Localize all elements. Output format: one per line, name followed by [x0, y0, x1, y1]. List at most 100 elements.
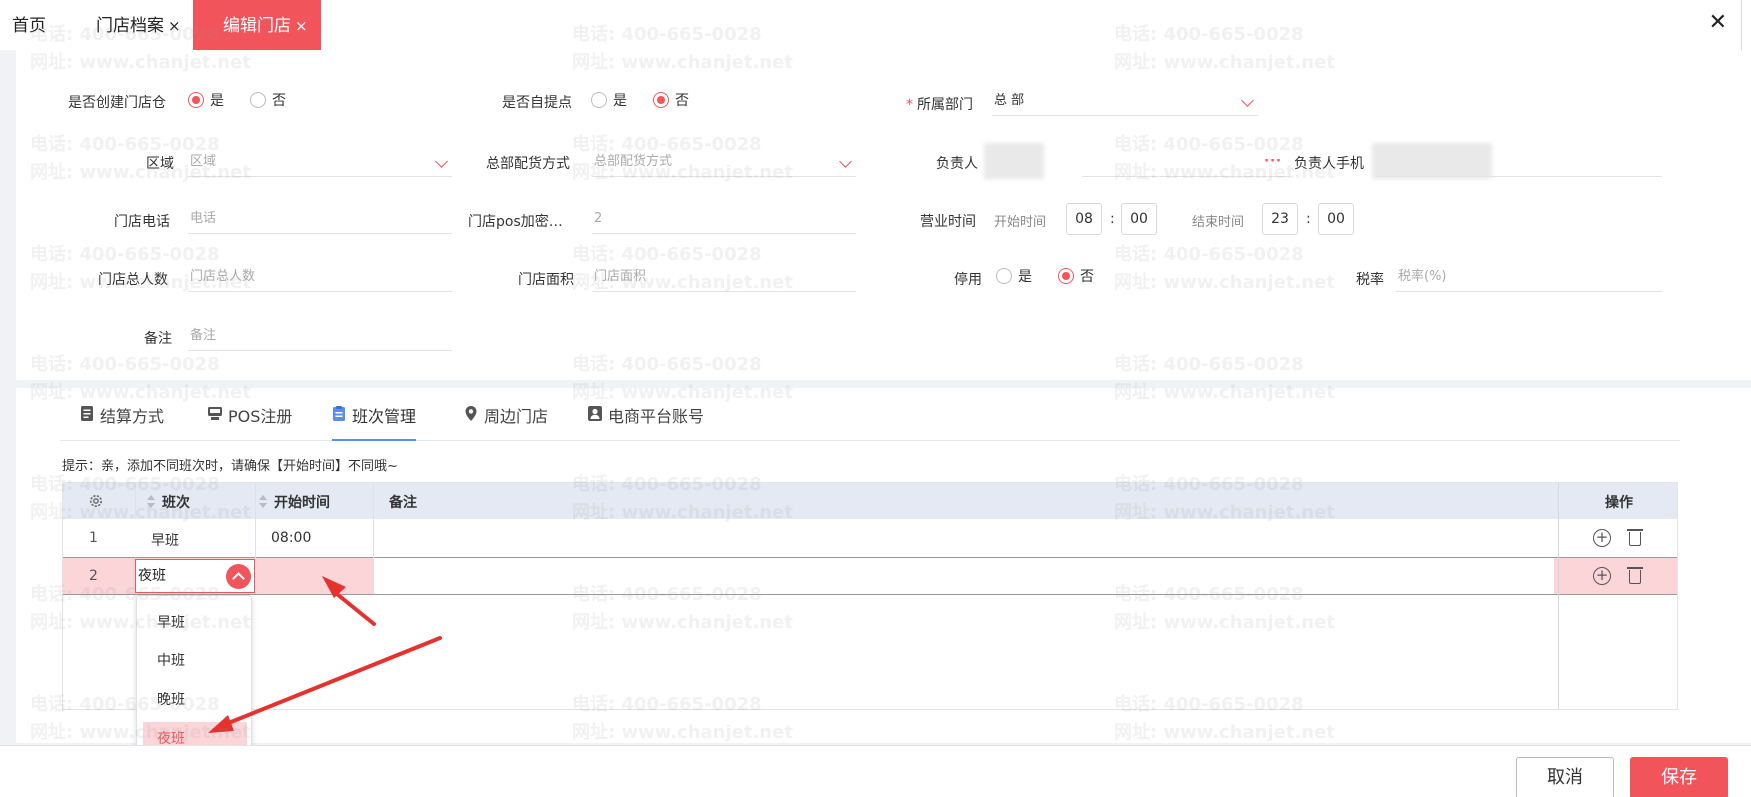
remark-label: 备注 — [144, 331, 172, 347]
delete-icon[interactable] — [1627, 567, 1643, 584]
column-header-start-time[interactable]: 开始时间 — [259, 492, 330, 512]
window-close-icon[interactable]: ✕ — [1709, 10, 1727, 35]
start-hour-input[interactable]: 08 — [1066, 203, 1102, 235]
hq-delivery-label: 总部配货方式 — [486, 156, 570, 172]
add-row-icon[interactable]: + — [1593, 529, 1611, 547]
time-colon: : — [1306, 211, 1311, 227]
end-time-label: 结束时间 — [1192, 215, 1245, 230]
sort-icon[interactable] — [259, 495, 268, 509]
department-select[interactable]: 总 部 — [992, 86, 1258, 116]
close-icon[interactable]: × — [295, 17, 308, 35]
tax-rate-label: 税率 — [1356, 272, 1384, 288]
close-icon[interactable]: × — [168, 17, 181, 35]
window-edge — [1741, 0, 1751, 50]
row-edit-area — [373, 558, 1554, 594]
table-row-editing[interactable]: 2 夜班 + — [63, 557, 1677, 595]
time-colon: : — [1110, 211, 1115, 227]
self-pickup-no[interactable]: 否 — [653, 90, 689, 110]
column-header-shift[interactable]: 班次 — [147, 492, 190, 512]
column-divider — [255, 483, 256, 594]
clipboard-icon — [333, 406, 345, 421]
business-hours-label: 营业时间 — [920, 214, 976, 230]
tab-store-archive[interactable]: 门店档案 × — [96, 0, 181, 50]
hq-delivery-select[interactable]: 总部配货方式 — [592, 147, 856, 177]
tab-edit-store-label: 编辑门店 — [223, 16, 291, 36]
account-card-icon — [588, 406, 602, 421]
end-minute-input[interactable]: 00 — [1318, 203, 1354, 235]
top-tab-bar: 首页 门店档案 × 编辑门店 × ✕ — [0, 0, 1751, 52]
radio-unchecked-icon — [996, 268, 1012, 284]
gear-icon[interactable] — [88, 493, 104, 509]
footer-bar: 取消 保存 — [0, 745, 1751, 797]
staff-count-input[interactable]: 门店总人数 — [188, 262, 452, 292]
grid-header: 班次 开始时间 备注 操作 — [63, 483, 1677, 519]
manager-phone-label: 负责人手机 — [1294, 156, 1364, 172]
tab-home[interactable]: 首页 — [12, 0, 46, 50]
add-row-icon[interactable]: + — [1593, 567, 1611, 585]
department-label: * 所属部门 — [906, 97, 973, 113]
column-divider — [135, 483, 136, 519]
pos-encrypt-input[interactable]: 2 — [592, 204, 856, 234]
save-button[interactable]: 保存 — [1630, 757, 1728, 797]
detail-tabs: 结算方式 POS注册 班次管理 周边门店 电商平台账号 — [60, 393, 1680, 441]
tab-nearby-stores[interactable]: 周边门店 — [464, 403, 548, 441]
tab-shift-management[interactable]: 班次管理 — [332, 403, 417, 441]
remark-input[interactable]: 备注 — [188, 321, 452, 351]
column-divider — [1558, 483, 1559, 709]
tab-ecommerce-accounts[interactable]: 电商平台账号 — [588, 403, 704, 441]
cell-shift[interactable]: 早班 — [151, 530, 179, 550]
chevron-down-icon — [839, 155, 852, 168]
sort-icon[interactable] — [147, 495, 156, 509]
disabled-no[interactable]: 否 — [1058, 266, 1094, 286]
create-warehouse-no[interactable]: 否 — [250, 90, 286, 110]
dropdown-option[interactable]: 晚班 — [137, 683, 251, 717]
start-minute-input[interactable]: 00 — [1121, 203, 1157, 235]
column-divider — [373, 483, 374, 594]
manager-select[interactable]: ··· — [1082, 147, 1290, 177]
column-header-actions: 操作 — [1605, 495, 1633, 511]
store-phone-label: 门店电话 — [114, 214, 170, 230]
chevron-up-icon[interactable] — [226, 564, 251, 589]
column-header-remark: 备注 — [389, 495, 417, 511]
row-index: 1 — [89, 530, 98, 546]
table-row[interactable]: 1 早班 08:00 + — [63, 520, 1677, 558]
tab-store-archive-label: 门店档案 — [96, 16, 164, 36]
store-area-input[interactable]: 门店面积 — [592, 262, 856, 292]
self-pickup-radio-group: 是 否 — [591, 90, 715, 110]
end-hour-input[interactable]: 23 — [1262, 203, 1298, 235]
cancel-button[interactable]: 取消 — [1516, 757, 1614, 797]
store-phone-input[interactable]: 电话 — [188, 204, 452, 234]
location-pin-icon — [465, 406, 477, 421]
disabled-radio-group: 是 否 — [996, 266, 1120, 286]
cell-start-time[interactable]: 08:00 — [271, 530, 311, 546]
manager-phone-input[interactable] — [1376, 147, 1662, 177]
radio-checked-icon — [653, 92, 669, 108]
chevron-down-icon — [435, 155, 448, 168]
tab-pos-register[interactable]: POS注册 — [208, 403, 292, 441]
more-icon[interactable]: ··· — [1264, 147, 1282, 177]
hint-text: 提示：亲，添加不同班次时，请确保【开始时间】不同哦~ — [62, 459, 398, 474]
create-warehouse-yes[interactable]: 是 — [188, 90, 224, 110]
dropdown-option[interactable]: 中班 — [137, 644, 251, 678]
document-icon — [81, 406, 93, 421]
self-pickup-yes[interactable]: 是 — [591, 90, 627, 110]
staff-count-label: 门店总人数 — [98, 272, 168, 288]
tab-edit-store[interactable]: 编辑门店 × — [193, 0, 321, 52]
store-area-label: 门店面积 — [518, 272, 574, 288]
region-select[interactable]: 区域 — [188, 147, 452, 177]
tab-home-label: 首页 — [12, 16, 46, 36]
radio-checked-icon — [188, 92, 204, 108]
disabled-yes[interactable]: 是 — [996, 266, 1032, 286]
redacted-manager-name — [984, 143, 1044, 179]
tax-rate-input[interactable]: 税率(%) — [1396, 262, 1662, 292]
shift-select-editing[interactable]: 夜班 — [135, 559, 255, 593]
delete-icon[interactable] — [1627, 529, 1643, 546]
pos-encrypt-label: 门店pos加密… — [468, 214, 563, 230]
row-index: 2 — [89, 568, 98, 584]
chevron-down-icon — [1241, 94, 1254, 107]
start-time-label: 开始时间 — [994, 215, 1047, 230]
dropdown-option[interactable]: 早班 — [137, 606, 251, 640]
tab-settlement[interactable]: 结算方式 — [80, 403, 164, 441]
radio-unchecked-icon — [250, 92, 266, 108]
shift-dropdown: 早班 中班 晚班 夜班 — [136, 595, 252, 763]
